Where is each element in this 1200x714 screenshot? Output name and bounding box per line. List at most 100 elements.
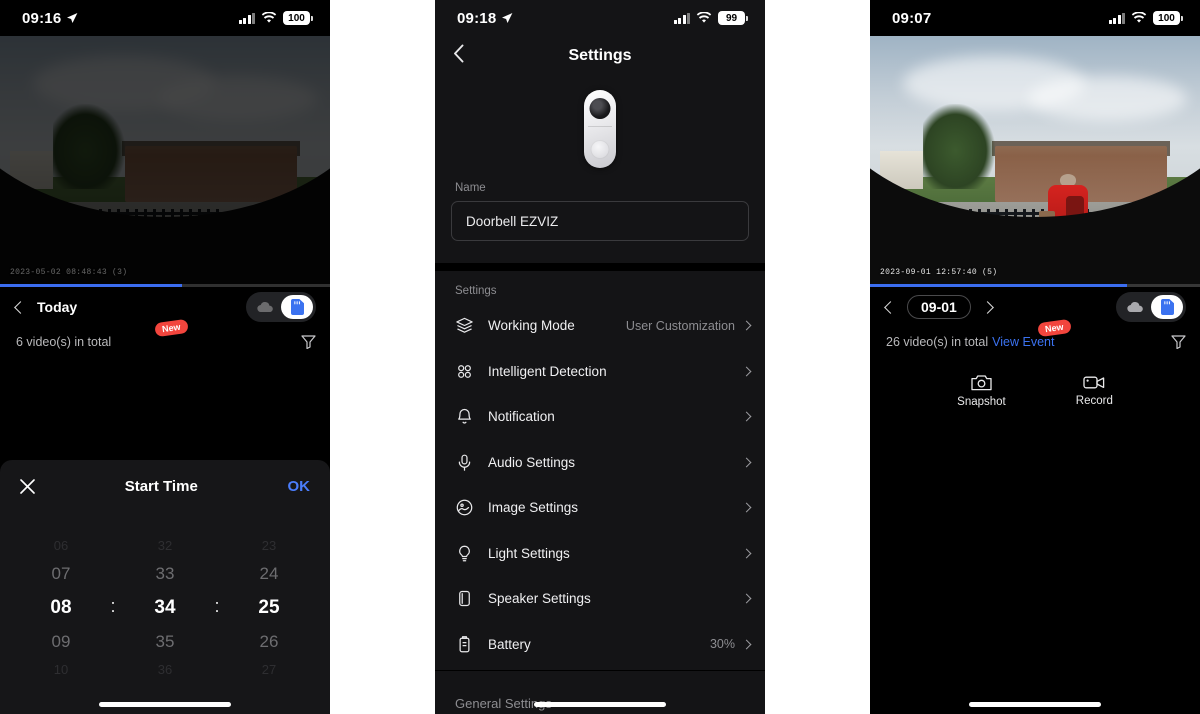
new-badge: New [154, 318, 189, 338]
video-count-row: 6 video(s) in total New [0, 318, 330, 357]
sd-card-icon [1160, 299, 1174, 315]
front-path [181, 231, 261, 287]
chevron-right-icon [741, 457, 752, 468]
delivery-person [1039, 174, 1095, 272]
panel-device-settings: 09:18 99 Settings Name Doorbell EZVIZ Se… [435, 0, 765, 714]
playback-progress-bar[interactable] [0, 284, 330, 287]
hour-option-far-next[interactable]: 10 [54, 663, 68, 676]
hour-option-selected[interactable]: 08 [50, 598, 71, 617]
settings-row-intelligent-detection[interactable]: Intelligent Detection [435, 349, 765, 395]
minute-option-prev[interactable]: 33 [156, 565, 175, 582]
green-gate [26, 236, 146, 285]
back-button[interactable] [453, 44, 464, 68]
location-arrow-icon [502, 13, 513, 23]
settings-row-battery[interactable]: Battery 30% [435, 622, 765, 668]
chevron-right-icon[interactable] [980, 300, 994, 314]
cloud-storage-tab[interactable] [249, 295, 281, 319]
battery-badge: 100 [283, 11, 313, 25]
picker-separator: : [110, 595, 116, 616]
porch-vignette [0, 36, 330, 217]
close-icon[interactable] [20, 478, 35, 494]
second-option-far-prev[interactable]: 23 [262, 539, 276, 552]
video-count-row: 26 video(s) in total View Event New [870, 318, 1200, 357]
layers-icon [456, 318, 473, 334]
filter-icon[interactable] [1171, 335, 1186, 349]
minute-column[interactable]: 32 33 34 35 36 [126, 539, 204, 676]
camera-view[interactable]: 2023-05-02 08:48:43 (3) [0, 36, 330, 287]
view-event-link[interactable]: View Event [992, 335, 1054, 349]
status-bar-right: 100 [1108, 11, 1183, 25]
chevron-right-icon [741, 366, 752, 377]
camera-timestamp-overlay: 2023-05-02 08:48:43 (3) [10, 268, 128, 277]
storage-source-toggle[interactable] [246, 292, 316, 322]
minute-option-next[interactable]: 35 [156, 633, 175, 650]
second-option-next[interactable]: 26 [260, 633, 279, 650]
hour-option-far-prev[interactable]: 06 [54, 539, 68, 552]
second-option-selected[interactable]: 25 [258, 598, 279, 617]
device-seam [588, 126, 612, 127]
cloud-shape [1028, 76, 1187, 122]
settings-row-notification[interactable]: Notification [435, 394, 765, 440]
hour-option-next[interactable]: 09 [52, 633, 71, 650]
settings-row-audio-settings[interactable]: Audio Settings [435, 440, 765, 486]
wifi-icon [696, 12, 712, 23]
white-house [879, 151, 923, 190]
panel-gap [765, 0, 870, 714]
home-indicator[interactable] [99, 702, 231, 707]
chevron-left-icon[interactable] [884, 300, 897, 314]
settings-row-speaker-settings[interactable]: Speaker Settings [435, 576, 765, 622]
storage-source-toggle[interactable] [1116, 292, 1186, 322]
chevron-right-icon [741, 502, 752, 513]
speaker-icon [459, 591, 470, 607]
second-option-far-next[interactable]: 27 [262, 663, 276, 676]
cloud-storage-tab[interactable] [1119, 295, 1151, 319]
second-option-prev[interactable]: 24 [260, 565, 279, 582]
new-badge: New [1037, 318, 1072, 338]
sd-card-tab[interactable] [281, 295, 313, 319]
battery-icon [459, 635, 470, 653]
camera-timestamp-overlay: 2023-09-01 12:57:40 (5) [880, 268, 998, 277]
minute-option-selected[interactable]: 34 [154, 598, 175, 617]
camera-view[interactable]: 2023-09-01 12:57:40 (5) [870, 36, 1200, 287]
hour-column[interactable]: 06 07 08 09 10 [22, 539, 100, 676]
person-legs [1055, 228, 1080, 272]
settings-row-light-settings[interactable]: Light Settings [435, 531, 765, 577]
screenshot-stage: 09:16 100 2023-05-02 08:48:43 (3) Today … [0, 0, 1200, 714]
picker-separator: : [214, 595, 220, 616]
settings-row-image-settings[interactable]: Image Settings [435, 485, 765, 531]
minute-option-far-prev[interactable]: 32 [158, 539, 172, 552]
snapshot-button[interactable]: Snapshot [957, 374, 1006, 408]
settings-row-working-mode[interactable]: Working Mode User Customization [435, 303, 765, 349]
footer-bar: General Settings [435, 670, 765, 714]
cloud-icon [256, 302, 273, 313]
sky [0, 36, 330, 195]
playback-progress-bar[interactable] [870, 284, 1200, 287]
settings-list: Working Mode User Customization Intellig… [435, 303, 765, 667]
ok-button[interactable]: OK [288, 478, 311, 495]
video-camera-icon [1083, 376, 1105, 389]
plant-pot [1140, 221, 1194, 287]
status-bar: 09:16 100 [0, 0, 330, 36]
filter-icon[interactable] [301, 335, 316, 349]
cloud-shape [158, 76, 317, 122]
date-selector[interactable]: 09-01 [907, 295, 971, 319]
brick-houses [125, 146, 297, 202]
video-count-group: 26 video(s) in total View Event [886, 333, 1054, 351]
name-input[interactable]: Doorbell EZVIZ [451, 201, 749, 241]
record-button[interactable]: Record [1076, 375, 1113, 407]
status-bar: 09:18 99 [435, 0, 765, 36]
date-label[interactable]: Today [37, 299, 77, 315]
chevron-left-icon[interactable] [14, 300, 27, 314]
tree [922, 103, 996, 190]
home-indicator[interactable] [969, 702, 1101, 707]
second-column[interactable]: 23 24 25 26 27 [230, 539, 308, 676]
minute-option-far-next[interactable]: 36 [158, 663, 172, 676]
time-picker[interactable]: 06 07 08 09 10 : 32 33 34 35 36: 23 24 … [0, 512, 330, 702]
settings-row-label: Intelligent Detection [488, 363, 607, 379]
home-indicator[interactable] [534, 702, 666, 707]
bottom-actions: Snapshot Record [870, 357, 1200, 425]
sd-card-tab[interactable] [1151, 295, 1183, 319]
video-count-text: 26 video(s) in total [886, 335, 989, 349]
hour-option-prev[interactable]: 07 [52, 565, 71, 582]
chevron-right-icon [741, 548, 752, 559]
